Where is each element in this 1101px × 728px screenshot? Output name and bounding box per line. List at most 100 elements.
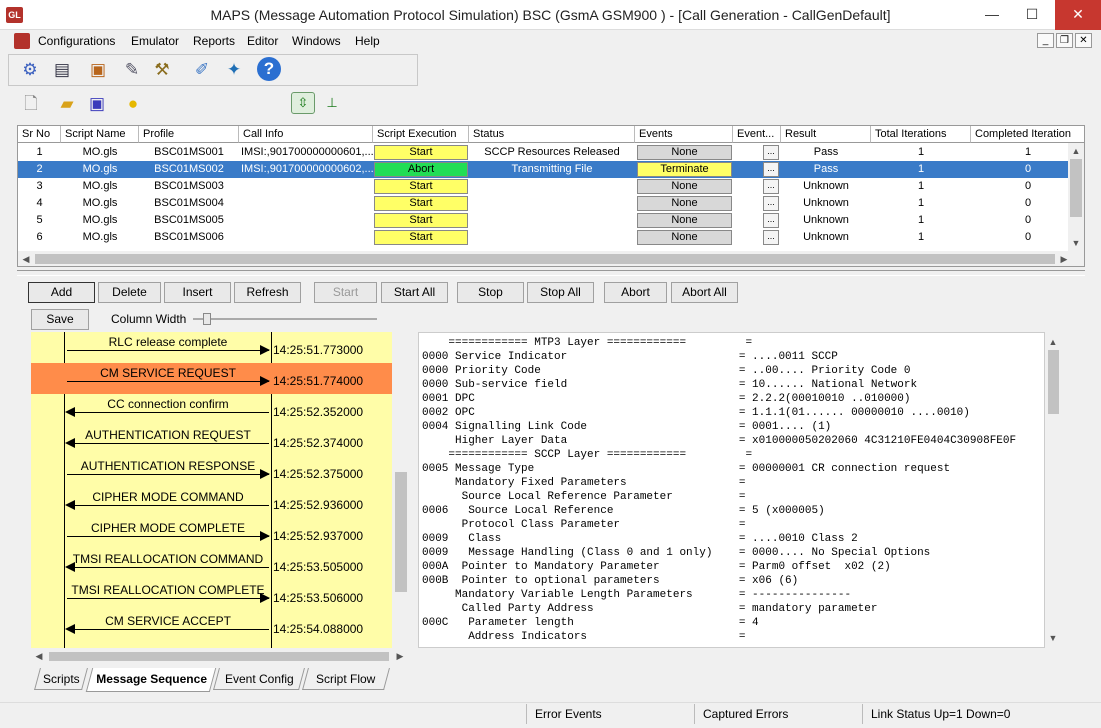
event-detail-button[interactable]: ... bbox=[763, 145, 779, 160]
sequence-message[interactable]: CIPHER MODE COMPLETE 14:25:52.937000 bbox=[31, 518, 392, 549]
sequence-message[interactable]: RLC release complete 14:25:51.773000 bbox=[31, 332, 392, 363]
edit-icon[interactable]: ✐ bbox=[189, 57, 215, 83]
decode-vscroll-thumb[interactable] bbox=[1048, 350, 1059, 414]
stop-all-button[interactable]: Stop All bbox=[527, 282, 594, 303]
menu-help[interactable]: Help bbox=[355, 34, 380, 48]
help-icon[interactable]: ? bbox=[257, 57, 281, 81]
event-detail-button[interactable]: ... bbox=[763, 196, 779, 211]
briefcase-icon[interactable]: ▣ bbox=[85, 57, 111, 83]
scroll-down-arrow-icon[interactable]: ▼ bbox=[1068, 235, 1084, 251]
grid-vscroll-thumb[interactable] bbox=[1070, 159, 1082, 217]
user-config-icon[interactable]: ✦ bbox=[221, 57, 247, 83]
event-detail-button[interactable]: ... bbox=[763, 162, 779, 177]
column-header-events[interactable]: Events bbox=[635, 126, 733, 143]
menu-windows[interactable]: Windows bbox=[292, 34, 341, 48]
idea-icon[interactable]: ● bbox=[120, 91, 146, 117]
sequence-message[interactable]: CM SERVICE ACCEPT 14:25:54.088000 bbox=[31, 611, 392, 642]
table-row[interactable]: 2 MO.gls BSC01MS002 IMSI:,901700000000602,.… bbox=[18, 161, 1068, 178]
menu-configurations[interactable]: Configurations bbox=[38, 34, 115, 48]
vertical-layout-icon[interactable]: ⇳ bbox=[291, 92, 315, 114]
decode-vertical-scrollbar[interactable]: ▲ ▼ bbox=[1045, 332, 1062, 648]
event-detail-button[interactable]: ... bbox=[763, 213, 779, 228]
sequence-message[interactable]: TMSI REALLOCATION COMMAND 14:25:53.505000 bbox=[31, 549, 392, 580]
tab-script-flow[interactable]: Script Flow bbox=[302, 668, 390, 690]
save-icon[interactable]: ▣ bbox=[84, 91, 110, 117]
start-all-button[interactable]: Start All bbox=[381, 282, 448, 303]
pane-splitter[interactable] bbox=[17, 270, 1085, 276]
menu-emulator[interactable]: Emulator bbox=[131, 34, 179, 48]
mdi-restore-button[interactable]: ❐ bbox=[1056, 33, 1073, 48]
tab-scripts[interactable]: Scripts bbox=[34, 668, 88, 690]
sequence-horizontal-scrollbar[interactable]: ◀ ▶ bbox=[31, 648, 409, 665]
table-row[interactable]: 4 MO.gls BSC01MS004 Unknown 1 0 Start None... bbox=[18, 195, 1068, 212]
menu-editor[interactable]: Editor bbox=[247, 34, 278, 48]
column-header-sr-no[interactable]: Sr No bbox=[18, 126, 61, 143]
scroll-down-arrow-icon[interactable]: ▼ bbox=[1045, 630, 1061, 646]
grid-horizontal-scrollbar[interactable]: ◀ ▶ bbox=[18, 251, 1084, 266]
column-header-profile[interactable]: Profile bbox=[139, 126, 239, 143]
column-header-completed-iteration[interactable]: Completed Iteration bbox=[971, 126, 1084, 143]
events-button[interactable]: None bbox=[637, 196, 732, 211]
sequence-message[interactable]: AUTHENTICATION REQUEST 14:25:52.374000 bbox=[31, 425, 392, 456]
maximize-button[interactable]: ☐ bbox=[1015, 0, 1049, 30]
save-button[interactable]: Save bbox=[31, 309, 89, 330]
gear-icon[interactable]: ⚙ bbox=[17, 57, 43, 83]
open-folder-icon[interactable]: ▰ bbox=[54, 91, 80, 117]
delete-button[interactable]: Delete bbox=[98, 282, 161, 303]
table-row[interactable]: 6 MO.gls BSC01MS006 Unknown 1 0 Start None... bbox=[18, 229, 1068, 246]
add-button[interactable]: Add bbox=[28, 282, 95, 303]
column-header-total-iterations[interactable]: Total Iterations bbox=[871, 126, 971, 143]
column-width-slider-track[interactable] bbox=[193, 318, 377, 320]
script-execution-button[interactable]: Abort bbox=[374, 162, 468, 177]
script-execution-button[interactable]: Start bbox=[374, 145, 468, 160]
scroll-right-arrow-icon[interactable]: ▶ bbox=[1056, 251, 1072, 266]
events-button[interactable]: None bbox=[637, 213, 732, 228]
tab-message-sequence[interactable]: Message Sequence bbox=[85, 668, 217, 692]
minimize-button[interactable]: — bbox=[975, 0, 1009, 30]
tree-layout-icon[interactable]: ⊥ bbox=[320, 92, 344, 114]
script-execution-button[interactable]: Start bbox=[374, 213, 468, 228]
abort-all-button[interactable]: Abort All bbox=[671, 282, 738, 303]
script-execution-button[interactable]: Start bbox=[374, 230, 468, 245]
sequence-vertical-scrollbar[interactable] bbox=[393, 332, 409, 648]
events-button[interactable]: Terminate bbox=[637, 162, 732, 177]
sequence-vscroll-thumb[interactable] bbox=[395, 472, 407, 592]
new-file-icon[interactable]: 🗋 bbox=[18, 91, 44, 117]
refresh-button[interactable]: Refresh bbox=[234, 282, 301, 303]
events-button[interactable]: None bbox=[637, 230, 732, 245]
scroll-right-arrow-icon[interactable]: ▶ bbox=[392, 648, 408, 664]
events-button[interactable]: None bbox=[637, 145, 732, 160]
table-row[interactable]: 5 MO.gls BSC01MS005 Unknown 1 0 Start None... bbox=[18, 212, 1068, 229]
events-button[interactable]: None bbox=[637, 179, 732, 194]
menu-reports[interactable]: Reports bbox=[193, 34, 235, 48]
column-header-script-execution[interactable]: Script Execution bbox=[373, 126, 469, 143]
script-execution-button[interactable]: Start bbox=[374, 179, 468, 194]
sequence-hscroll-thumb[interactable] bbox=[49, 652, 389, 661]
sequence-message[interactable]: AUTHENTICATION RESPONSE 14:25:52.375000 bbox=[31, 456, 392, 487]
insert-button[interactable]: Insert bbox=[164, 282, 231, 303]
table-row[interactable]: 1 MO.gls BSC01MS001 IMSI:,901700000000601,.… bbox=[18, 144, 1068, 161]
tab-event-config[interactable]: Event Config bbox=[213, 668, 305, 690]
event-detail-button[interactable]: ... bbox=[763, 230, 779, 245]
scroll-left-arrow-icon[interactable]: ◀ bbox=[18, 251, 34, 266]
mdi-minimize-button[interactable]: _ bbox=[1037, 33, 1054, 48]
column-header-script-name[interactable]: Script Name bbox=[61, 126, 139, 143]
column-width-slider-thumb[interactable] bbox=[203, 313, 211, 325]
grid-vertical-scrollbar[interactable]: ▲ ▼ bbox=[1068, 143, 1084, 251]
scroll-left-arrow-icon[interactable]: ◀ bbox=[31, 648, 47, 664]
sequence-message[interactable]: CM SERVICE REQUEST 14:25:51.774000 bbox=[31, 363, 392, 394]
scroll-up-arrow-icon[interactable]: ▲ bbox=[1068, 143, 1084, 159]
stop-button[interactable]: Stop bbox=[457, 282, 524, 303]
column-header-event-detail[interactable]: Event... bbox=[733, 126, 781, 143]
close-button[interactable]: ✕ bbox=[1055, 0, 1101, 30]
sequence-message[interactable]: CC connection confirm 14:25:52.352000 bbox=[31, 394, 392, 425]
event-detail-button[interactable]: ... bbox=[763, 179, 779, 194]
sequence-message[interactable]: CIPHER MODE COMMAND 14:25:52.936000 bbox=[31, 487, 392, 518]
profile-editor-icon[interactable]: ✎ bbox=[119, 57, 145, 83]
start-button[interactable]: Start bbox=[314, 282, 377, 303]
scroll-up-arrow-icon[interactable]: ▲ bbox=[1045, 334, 1061, 350]
abort-button[interactable]: Abort bbox=[604, 282, 667, 303]
script-editor-icon[interactable]: ▤ bbox=[49, 57, 75, 83]
sequence-message[interactable]: TMSI REALLOCATION COMPLETE 14:25:53.50600… bbox=[31, 580, 392, 611]
column-header-result[interactable]: Result bbox=[781, 126, 871, 143]
